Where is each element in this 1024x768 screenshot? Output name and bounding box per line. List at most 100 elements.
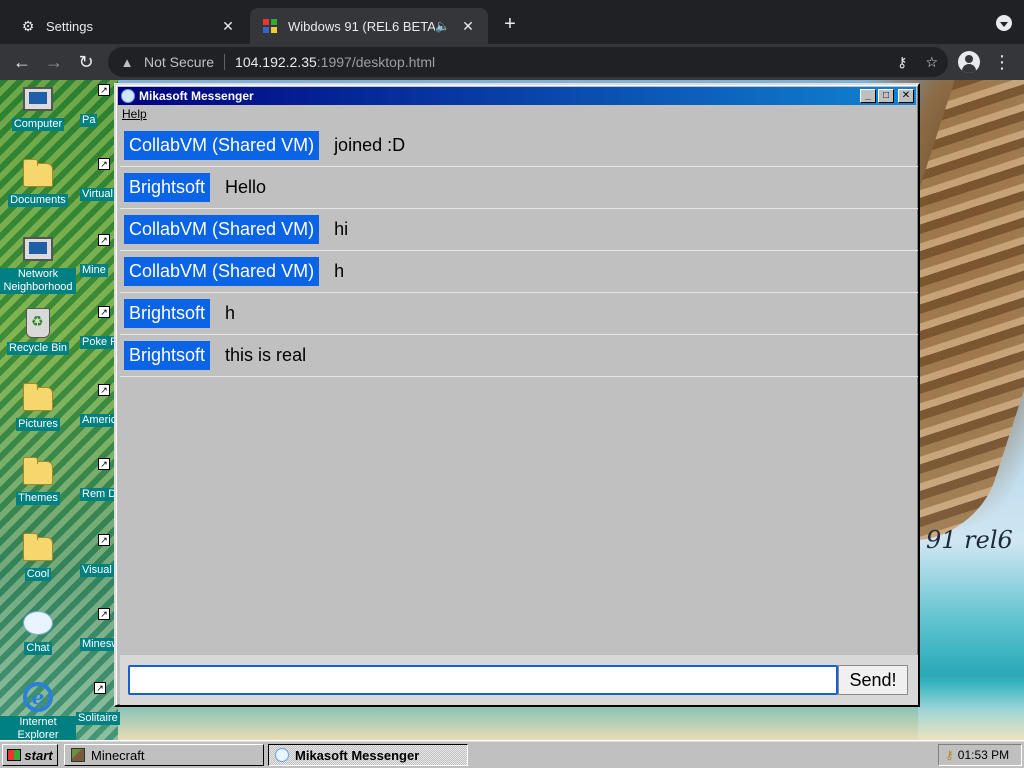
message-input[interactable] [128, 665, 838, 695]
minimize-button[interactable]: _ [860, 89, 876, 103]
send-button[interactable]: Send! [838, 665, 908, 695]
desktop-icon-chat[interactable]: Chat [0, 606, 76, 655]
message-text: this is real [225, 345, 307, 365]
system-tray: ⚷ 01:53 PM [938, 744, 1022, 766]
icon-label: Rem Desk [80, 488, 116, 501]
icon-label: Cool [24, 568, 52, 581]
desktop-icon-recycle-bin[interactable]: Recycle Bin [0, 306, 76, 355]
task-label: Mikasoft Messenger [295, 747, 420, 763]
icon-label: Virtual M [80, 188, 116, 201]
folder-icon [21, 382, 55, 416]
windows-logo-icon [7, 749, 22, 761]
key-icon[interactable]: ⚷ [945, 748, 954, 762]
taskbar: start Minecraft Mikasoft Messenger ⚷ 01:… [0, 740, 1024, 768]
desktop-watermark: 91 rel6 [926, 526, 1013, 554]
icon-label: Pictures [16, 418, 60, 431]
message-text: Hello [225, 177, 267, 197]
close-tab-icon[interactable]: ✕ [220, 18, 236, 34]
internet-explorer-icon: e [21, 680, 55, 714]
maximize-button[interactable]: □ [878, 89, 894, 103]
icon-label: Pa [80, 114, 98, 127]
back-arrow-icon[interactable]: ← [10, 50, 34, 74]
close-button[interactable]: ✕ [898, 89, 914, 103]
icon-label: Chat [24, 642, 52, 655]
tab-settings[interactable]: ⚙ Settings ✕ [8, 8, 248, 44]
desktop-icon-partial[interactable]: ↗ Minesw [80, 608, 116, 651]
close-tab-icon[interactable]: ✕ [460, 18, 476, 34]
sender-name: CollabVM (Shared VM) [124, 215, 320, 244]
message-composer: Send! [120, 655, 918, 705]
desktop-icon-cool[interactable]: Cool [0, 532, 76, 581]
icon-label: Visual Co [80, 564, 116, 577]
icon-label: Recycle Bin [6, 342, 70, 355]
address-bar[interactable]: ▲ Not Secure 104.192.2.35 :1997/desktop.… [108, 47, 948, 77]
security-label[interactable]: Not Secure [144, 54, 214, 70]
menu-bar: Help [122, 107, 147, 123]
sender-name: CollabVM (Shared VM) [124, 131, 320, 160]
speaker-icon[interactable]: 🔈 [435, 19, 450, 33]
icon-label: Mine [80, 264, 108, 277]
divider [224, 54, 226, 70]
start-button[interactable]: start [2, 744, 58, 766]
chat-message: Brightsoft this is real [120, 335, 918, 377]
desktop-icon-partial[interactable]: ↗ America [80, 384, 116, 427]
chat-message: CollabVM (Shared VM) h [120, 251, 918, 293]
sender-name: Brightsoft [124, 299, 211, 328]
icon-label: Poke Plati [80, 336, 116, 349]
desktop-icon-network[interactable]: Network Neighborhood [0, 232, 76, 294]
chat-log[interactable]: CollabVM (Shared VM) joined :D Brightsof… [120, 125, 918, 655]
computer-icon [21, 82, 55, 116]
message-text: h [225, 303, 236, 323]
desktop-icon-partial[interactable]: ↗ Pa [80, 84, 116, 127]
clock[interactable]: 01:53 PM [958, 748, 1009, 762]
profile-avatar-icon[interactable] [958, 51, 980, 73]
recycle-bin-icon [21, 306, 55, 340]
desktop-icon-partial[interactable]: ↗ Rem Desk [80, 458, 116, 501]
kebab-menu-icon[interactable]: ⋮ [992, 50, 1012, 74]
desktop-icon-documents[interactable]: Documents [0, 158, 76, 207]
browser-tab-strip: ⚙ Settings ✕ Wibdows 91 (REL6 BETA!) 🔈 ✕… [0, 0, 1024, 44]
desktop-icon-computer[interactable]: Computer [0, 82, 76, 131]
minecraft-icon [71, 748, 85, 762]
menu-help[interactable]: Help [122, 107, 147, 121]
forward-arrow-icon[interactable]: → [42, 50, 66, 74]
tab-search-button[interactable] [996, 15, 1012, 31]
desktop-icon-themes[interactable]: Themes [0, 456, 76, 505]
desktop-icon-partial[interactable]: ↗ Mine [80, 234, 116, 277]
icon-label: America [80, 414, 116, 427]
taskbar-item-messenger[interactable]: Mikasoft Messenger [268, 744, 468, 766]
desktop-icon-internet-explorer[interactable]: e Internet Explorer [0, 680, 76, 740]
chat-message: CollabVM (Shared VM) joined :D [120, 125, 918, 167]
favicon-icon [262, 18, 278, 34]
key-icon[interactable]: ⚷ [897, 54, 907, 71]
url-path[interactable]: :1997/desktop.html [317, 54, 435, 70]
network-icon [21, 232, 55, 266]
taskbar-item-minecraft[interactable]: Minecraft [64, 744, 264, 766]
icon-label: Internet Explorer [0, 716, 76, 740]
folder-icon [21, 532, 55, 566]
desktop-icon-pictures[interactable]: Pictures [0, 382, 76, 431]
star-icon[interactable]: ☆ [925, 54, 938, 71]
chat-message: Brightsoft h [120, 293, 918, 335]
icon-label: Documents [8, 194, 68, 207]
wallpaper-beach [918, 680, 1024, 740]
reload-icon[interactable]: ↻ [74, 50, 98, 74]
tab-title: Wibdows 91 (REL6 BETA!) [288, 18, 436, 34]
message-text: h [334, 261, 345, 281]
new-tab-button[interactable]: + [498, 12, 522, 36]
icon-label: Computer [11, 118, 65, 131]
window-titlebar[interactable]: Mikasoft Messenger _ □ ✕ [118, 87, 916, 105]
desktop-icon-partial[interactable]: ↗ Poke Plati [80, 306, 116, 349]
messenger-icon [121, 89, 135, 103]
tab-title: Settings [46, 18, 93, 34]
messenger-icon [275, 748, 289, 762]
url-host[interactable]: 104.192.2.35 [235, 54, 317, 70]
warning-icon[interactable]: ▲ [118, 53, 136, 71]
tab-wibdows[interactable]: Wibdows 91 (REL6 BETA!) 🔈 ✕ [250, 8, 488, 44]
icon-label: Network Neighborhood [0, 268, 76, 294]
start-label: start [24, 747, 53, 763]
gear-icon: ⚙ [21, 17, 35, 34]
desktop-icon-partial[interactable]: ↗ Virtual M [80, 158, 116, 201]
icon-label: Solitaire [76, 712, 120, 725]
desktop-icon-partial[interactable]: ↗ Visual Co [80, 534, 116, 577]
